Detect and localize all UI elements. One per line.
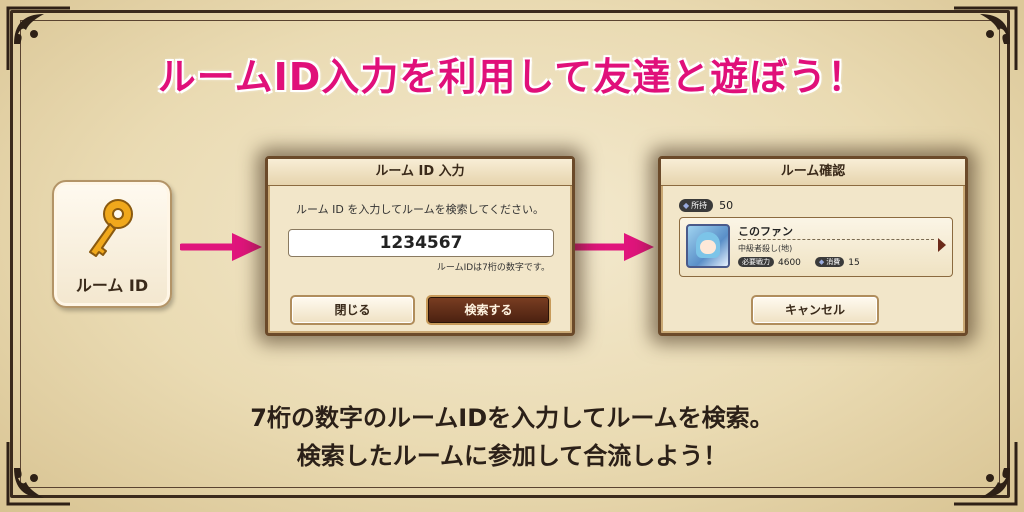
avatar-face <box>700 240 716 254</box>
owned-value: 50 <box>719 199 734 212</box>
arrow-right-icon <box>180 233 262 261</box>
key-icon <box>89 199 133 257</box>
cost-tag: ◆ 消費 <box>814 257 845 267</box>
dialog-title: ルーム ID 入力 <box>268 159 572 186</box>
room-id-input-dialog: ルーム ID 入力 ルーム ID を入力してルームを検索してください。 1234… <box>265 156 575 336</box>
room-confirm-dialog: ルーム確認 ◆ 所持 50 このファン 中級者殺し(地) 必要戦力 4600 ◆ 消費 15… <box>658 156 968 336</box>
cost-value: 15 <box>848 257 860 268</box>
room-name: このファン <box>738 225 793 238</box>
caption-line-2: 検索したルームに参加して合流しよう！ <box>296 442 728 470</box>
dialog-prompt: ルーム ID を入力してルームを検索してください。 <box>295 203 545 216</box>
power-tag: 必要戦力 <box>738 257 774 267</box>
headline: ルームID入力を利用して友達と遊ぼう！ <box>157 55 867 99</box>
room-stage: 中級者殺し(地) <box>738 244 793 253</box>
power-value: 4600 <box>778 257 801 268</box>
input-hint: ルームIDは7桁の数字です。 <box>436 263 550 273</box>
divider <box>738 239 934 240</box>
room-id-button[interactable]: ルーム ID <box>52 180 172 308</box>
caption-line-1: 7桁の数字のルームIDを入力してルームを検索。 <box>250 404 774 432</box>
owned-tag: ◆ 所持 <box>679 199 714 212</box>
close-button[interactable]: 閉じる <box>290 295 415 325</box>
gem-icon: ◆ <box>818 258 825 266</box>
cancel-button[interactable]: キャンセル <box>751 295 879 325</box>
room-id-button-label: ルーム ID <box>75 276 149 295</box>
dialog-title: ルーム確認 <box>661 159 965 186</box>
owned-count: ◆ 所持 50 <box>679 195 734 212</box>
room-id-input[interactable]: 1234567 <box>288 229 554 257</box>
arrow-right-icon <box>572 233 654 261</box>
cost-label: 消費 <box>826 258 841 266</box>
search-button[interactable]: 検索する <box>426 295 551 325</box>
character-avatar <box>686 224 730 268</box>
room-stats: 必要戦力 4600 ◆ 消費 15 <box>738 257 874 268</box>
chevron-right-icon <box>938 238 946 252</box>
gem-icon: ◆ <box>683 201 690 210</box>
room-card[interactable]: このファン 中級者殺し(地) 必要戦力 4600 ◆ 消費 15 <box>679 217 953 277</box>
owned-label: 所持 <box>691 201 708 210</box>
